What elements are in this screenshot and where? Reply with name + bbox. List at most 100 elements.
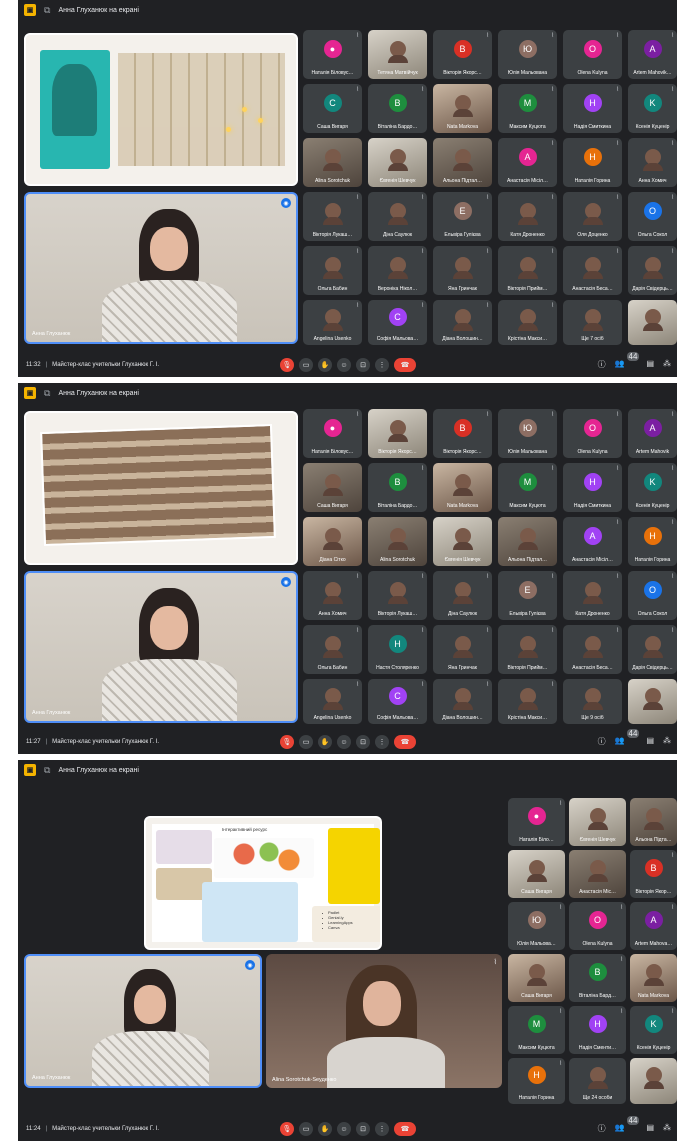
participant-tile[interactable]: ⌇ Вікторія Лукаш… (368, 571, 427, 620)
participant-tile[interactable] (628, 679, 677, 724)
raise-hand-icon[interactable]: ✋ (318, 358, 332, 372)
participant-tile[interactable]: ⌇ Діна Саулюк (368, 192, 427, 241)
more-participants-tile[interactable]: Ще 9 осіб (563, 679, 622, 724)
participant-tile[interactable]: ⌇ Н Надія Смиткина (563, 463, 622, 512)
participant-tile[interactable]: ⌇ K Ксенія Куценір (630, 1006, 677, 1054)
participant-tile[interactable]: ⌇ Ю Юлія Мальова… (508, 902, 565, 950)
participant-tile[interactable]: ⌇ Ю Юлія Мальована (498, 30, 557, 79)
participant-tile[interactable] (628, 300, 677, 345)
participant-tile[interactable]: ⌇ Катя Дроненко (563, 571, 622, 620)
participant-tile[interactable]: ⌇ Н Надія Сменти… (569, 1006, 626, 1054)
participant-tile[interactable]: Alina Sorotchuk (303, 138, 362, 187)
participant-tile[interactable]: ⌇ Крістіна Макси… (498, 300, 557, 345)
camera-icon[interactable]: ▭ (299, 1122, 313, 1136)
participant-tile[interactable]: ⌇ Діана Волошин… (433, 300, 492, 345)
participant-tile[interactable]: ⌇ В Вікторія Якорс… (433, 409, 492, 458)
participant-tile[interactable]: Саша Вигаря (508, 954, 565, 1002)
emoji-icon[interactable]: ☺ (337, 735, 351, 749)
participant-tile[interactable]: ⌇ A Анастасія Місіл… (563, 517, 622, 566)
participant-tile[interactable]: ⌇ C Софія Мальова… (368, 300, 427, 345)
participant-tile[interactable]: Саша Вигаря (508, 850, 565, 898)
participant-tile[interactable]: ⌇ A Artem Mahova… (630, 902, 677, 950)
participant-tile[interactable]: ⌇ Ольга Бабин (303, 625, 362, 674)
people-icon[interactable]: 👥44 (615, 729, 640, 747)
teacher-video[interactable]: ◉ Анна Глуханюк (24, 571, 298, 723)
participant-tile[interactable]: Nata Markova (630, 954, 677, 1002)
participant-tile[interactable]: ⌇ Діана Волошин… (433, 679, 492, 724)
participant-tile[interactable]: ⌇ ● Наталія Біло… (508, 798, 565, 846)
hangup-icon[interactable]: ☎ (394, 1122, 416, 1136)
emoji-icon[interactable]: ☺ (337, 358, 351, 372)
participant-tile[interactable]: ⌇ В Віталіна Бард… (569, 954, 626, 1002)
participant-tile[interactable]: ⌇ A Анастасія Місіл… (498, 138, 557, 187)
participant-tile[interactable]: ⌇ A Artem Mahovik… (628, 30, 677, 79)
info-icon[interactable]: ⓘ (598, 1123, 606, 1134)
participant-tile[interactable]: Альона Підта… (630, 798, 677, 846)
hangup-icon[interactable]: ☎ (394, 735, 416, 749)
participant-tile[interactable]: ⌇ M Максим Куцюта (508, 1006, 565, 1054)
present-icon[interactable]: ⊡ (356, 735, 370, 749)
participant-tile[interactable]: ⌇ O Olena Kulyna (563, 30, 622, 79)
participant-tile[interactable]: Nata Markova (433, 84, 492, 133)
participant-tile[interactable]: ⌇ Анна Хомич (303, 571, 362, 620)
participant-tile[interactable]: ⌇ C Софія Мальова… (368, 679, 427, 724)
participant-tile[interactable]: ⌇ A Artem Mahovik (628, 409, 677, 458)
info-icon[interactable]: ⓘ (598, 359, 606, 370)
participant-tile[interactable]: ⌇ O Olena Kulyna (569, 902, 626, 950)
hangup-icon[interactable]: ☎ (394, 358, 416, 372)
more-icon[interactable]: ⋮ (375, 358, 389, 372)
chat-icon[interactable]: ▤ (646, 736, 654, 747)
participant-tile[interactable]: ⌇ ● Наталія Біловус… (303, 30, 362, 79)
participant-tile[interactable]: ⌇ O Ольга Сокол (628, 571, 677, 620)
participant-tile[interactable]: ⌇ E Ельвіра Гулієва (498, 571, 557, 620)
chat-icon[interactable]: ▤ (646, 359, 654, 370)
participant-tile[interactable]: ⌇ Дарія Свідерць… (628, 246, 677, 295)
participant-tile[interactable]: ⌇ Вікторія Прийм… (498, 246, 557, 295)
more-icon[interactable]: ⋮ (375, 735, 389, 749)
activities-icon[interactable]: ⁂ (663, 736, 671, 747)
mic-off-icon[interactable]: 🎙 (280, 358, 294, 372)
participant-tile[interactable]: ⌇ Катя Дроненко (498, 192, 557, 241)
participant-tile[interactable]: ⌇ Н Наталія Горина (508, 1058, 565, 1104)
participant-tile[interactable]: ⌇ В Вікторія Якорс… (433, 30, 492, 79)
participant-tile[interactable]: ⌇ Ю Юлія Мальована (498, 409, 557, 458)
more-icon[interactable]: ⋮ (375, 1122, 389, 1136)
participant-tile[interactable]: Alina Sorotchuk (368, 517, 427, 566)
participant-tile[interactable]: Вікторія Якорс… (368, 409, 427, 458)
mic-off-icon[interactable]: 🎙 (280, 735, 294, 749)
participant-tile[interactable]: ⌇ Анна Хомич (628, 138, 677, 187)
more-participants-tile[interactable]: Ще 7 осіб (563, 300, 622, 345)
participant-tile[interactable]: ⌇ Дарія Свідерць… (628, 625, 677, 674)
participant-tile[interactable]: Анастасія Міс… (569, 850, 626, 898)
participant-tile[interactable]: Євгенія Шевчук (368, 138, 427, 187)
participant-tile[interactable]: Альона Підтал… (433, 138, 492, 187)
activities-icon[interactable]: ⁂ (663, 359, 671, 370)
participant-tile[interactable]: ⌇ Н Наталія Горина (563, 138, 622, 187)
participant-tile[interactable]: ⌇ Оля Доценко (563, 192, 622, 241)
participant-tile[interactable]: ⌇ Вікторія Прийм… (498, 625, 557, 674)
participant-tile[interactable]: ⌇ H Настя Столяренко (368, 625, 427, 674)
participant-tile[interactable]: Діана Сітко (303, 517, 362, 566)
raise-hand-icon[interactable]: ✋ (318, 735, 332, 749)
participant-tile[interactable]: ⌇ В Віталіна Бардо… (368, 463, 427, 512)
participant-tile[interactable]: ⌇ O Olena Kulyna (563, 409, 622, 458)
participant-tile[interactable]: ⌇ ● Наталія Біловус… (303, 409, 362, 458)
participant-tile[interactable]: Євгенія Шевчук (433, 517, 492, 566)
participant-tile[interactable]: ⌇ Ольга Бабин (303, 246, 362, 295)
participant-tile[interactable]: ⌇ Яна Гринчак (433, 625, 492, 674)
participant-tile[interactable]: ⌇ В Вікторія Якор… (630, 850, 677, 898)
present-icon[interactable]: ⊡ (356, 1122, 370, 1136)
raise-hand-icon[interactable]: ✋ (318, 1122, 332, 1136)
participant-tile[interactable]: ⌇ O Ольга Сокол (628, 192, 677, 241)
participant-tile[interactable]: ⌇ В Віталіна Бардо… (368, 84, 427, 133)
camera-icon[interactable]: ▭ (299, 735, 313, 749)
emoji-icon[interactable]: ☺ (337, 1122, 351, 1136)
mic-off-icon[interactable]: 🎙 (280, 1122, 294, 1136)
participant-tile[interactable]: ⌇ K Ксенія Куценір (628, 463, 677, 512)
teacher-video[interactable]: ◉ Анна Глуханюк (24, 954, 262, 1088)
participant-tile[interactable]: ⌇ M Максим Куцюта (498, 463, 557, 512)
participant-tile[interactable] (630, 1058, 677, 1104)
people-icon[interactable]: 👥44 (615, 352, 640, 370)
chat-icon[interactable]: ▤ (646, 1123, 654, 1134)
participant-tile[interactable]: ⌇ Анастасія Беса… (563, 625, 622, 674)
